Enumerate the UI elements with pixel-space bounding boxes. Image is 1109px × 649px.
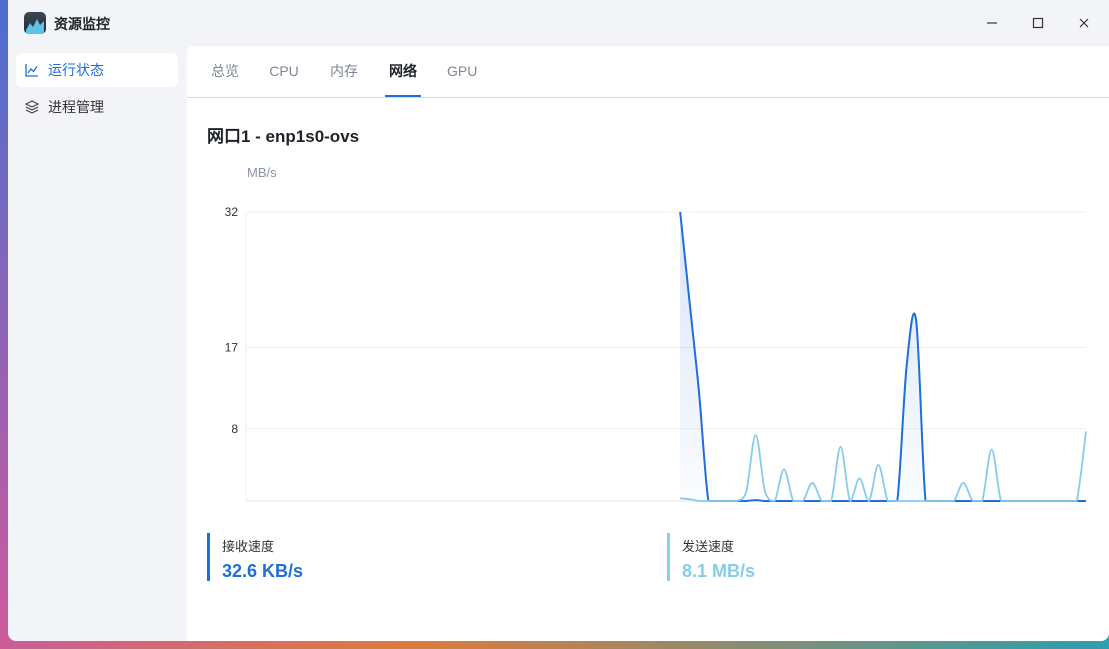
maximize-button[interactable]: [1027, 12, 1049, 34]
send-speed-stat: 发送速度 8.1 MB/s: [667, 533, 755, 581]
close-icon: [1079, 18, 1089, 28]
minimize-icon: [987, 22, 997, 24]
send-speed-value: 8.1 MB/s: [682, 561, 756, 581]
y-axis-unit: MB/s: [247, 165, 277, 180]
receive-speed-stat: 接收速度 32.6 KB/s: [207, 533, 303, 581]
y-tick-label: 32: [225, 205, 239, 219]
app-window: 资源监控 运行状态 进程管理 总览 CPU 内存 网络 GPU 网口1 - en…: [8, 0, 1109, 641]
y-tick-label: 17: [225, 340, 239, 354]
main-panel: 总览 CPU 内存 网络 GPU 网口1 - enp1s0-ovs MB/s 8…: [187, 46, 1109, 641]
receive-series-area: [680, 212, 1086, 501]
y-tick-label: 8: [231, 422, 238, 436]
send-series-line: [680, 431, 1087, 502]
layers-icon: [24, 99, 40, 115]
title-bar: 资源监控: [8, 0, 1109, 46]
tab-overview[interactable]: 总览: [209, 46, 241, 97]
network-chart: 8 17 32: [225, 205, 1087, 502]
receive-speed-label: 接收速度: [222, 539, 275, 554]
minimize-button[interactable]: [981, 12, 1003, 34]
sidebar: 运行状态 进程管理: [8, 46, 188, 641]
receive-speed-value: 32.6 KB/s: [222, 561, 304, 581]
sidebar-item-label: 运行状态: [48, 62, 104, 78]
tab-network[interactable]: 网络: [385, 46, 421, 97]
send-speed-label: 发送速度: [682, 539, 735, 554]
line-chart-icon: [24, 62, 40, 78]
tab-memory[interactable]: 内存: [328, 46, 360, 97]
tab-cpu[interactable]: CPU: [269, 46, 299, 97]
interface-title: 网口1 - enp1s0-ovs: [207, 127, 360, 146]
close-button[interactable]: [1073, 12, 1095, 34]
receive-series-line: [679, 211, 1086, 502]
sidebar-item-status[interactable]: 运行状态: [16, 53, 178, 87]
app-logo-icon: [24, 12, 46, 34]
maximize-icon: [1032, 17, 1044, 29]
tab-gpu[interactable]: GPU: [447, 46, 477, 97]
sidebar-item-label: 进程管理: [48, 99, 104, 115]
sidebar-item-processes[interactable]: 进程管理: [16, 90, 178, 124]
window-title: 资源监控: [54, 16, 110, 32]
tab-bar: 总览 CPU 内存 网络 GPU: [187, 46, 1109, 98]
